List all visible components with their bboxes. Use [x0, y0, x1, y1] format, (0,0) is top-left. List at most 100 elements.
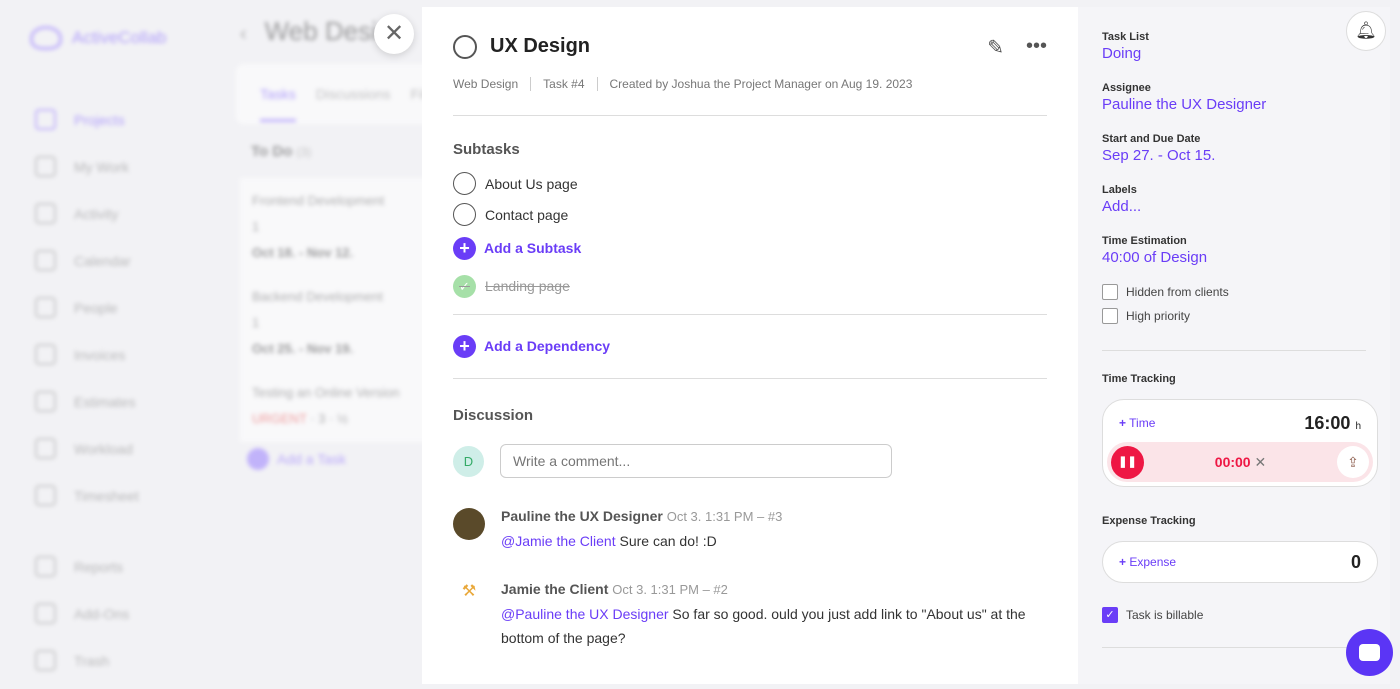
nav-people[interactable]: People — [35, 284, 139, 331]
task-modal: UX Design ✎ ••• Web Design Task #4 Create… — [422, 7, 1078, 684]
reports-icon — [35, 556, 56, 577]
expense-tracking-label: Expense Tracking — [1102, 515, 1196, 527]
timesheet-icon — [35, 485, 56, 506]
invoices-icon — [35, 344, 56, 365]
complete-task-checkbox[interactable] — [453, 35, 477, 59]
add-expense-button[interactable]: + Expense — [1119, 555, 1176, 569]
tab-tasks[interactable]: Tasks — [260, 86, 296, 122]
estimation-label: Time Estimation — [1102, 235, 1187, 247]
nav-add-ons[interactable]: Add-Ons — [35, 590, 139, 637]
assignee-value[interactable]: Pauline the UX Designer — [1102, 96, 1366, 113]
card-dates: Oct 25. - Nov 19. — [252, 341, 354, 356]
card-meta: 3 · ½ — [318, 411, 348, 426]
nav-my-work[interactable]: My Work — [35, 143, 139, 190]
app-name: ActiveCollab — [72, 28, 167, 47]
nav-reports[interactable]: Reports — [35, 543, 139, 590]
check-icon[interactable]: ✓ — [453, 274, 476, 298]
high-priority-checkbox[interactable]: High priority — [1102, 304, 1366, 328]
edit-icon[interactable]: ✎ — [987, 35, 1004, 60]
task-meta: Web Design Task #4 Created by Joshua the… — [453, 77, 1047, 116]
nav-activity[interactable]: Activity — [35, 190, 139, 237]
dates-label: Start and Due Date — [1102, 133, 1201, 145]
add-ons-icon — [35, 603, 56, 624]
nav-label: Trash — [74, 652, 110, 669]
workload-icon — [35, 438, 56, 459]
estimates-icon — [35, 391, 56, 412]
back-icon[interactable]: ‹ — [240, 23, 247, 45]
time-tracking-label: Time Tracking — [1102, 373, 1176, 385]
checkbox[interactable] — [1102, 284, 1118, 300]
checkbox-checked[interactable]: ✓ — [1102, 607, 1118, 623]
add-task-button[interactable]: Add a Task — [247, 448, 346, 470]
time-total: 16:00 — [1304, 412, 1351, 433]
upload-icon[interactable]: ⇪ — [1337, 446, 1369, 478]
nav-trash[interactable]: Trash — [35, 637, 139, 684]
created-by: Created by Joshua the Project Manager on… — [596, 77, 925, 91]
comment-input[interactable] — [500, 444, 892, 478]
estimation-value[interactable]: 40:00 of Design — [1102, 249, 1366, 266]
labels-add[interactable]: Add... — [1102, 198, 1366, 215]
mention[interactable]: @Jamie the Client — [501, 533, 616, 549]
nav-calendar[interactable]: Calendar — [35, 237, 139, 284]
chat-button[interactable] — [1346, 629, 1393, 676]
nav-label: Invoices — [74, 346, 126, 363]
close-button[interactable]: ✕ — [374, 14, 414, 54]
comment-time: Oct 3. 1:31 PM – #3 — [666, 509, 783, 524]
billable-checkbox[interactable]: ✓ Task is billable — [1102, 603, 1366, 627]
pause-icon[interactable]: ❚❚ — [1111, 445, 1144, 479]
hidden-from-clients-checkbox[interactable]: Hidden from clients — [1102, 280, 1366, 304]
comment-author[interactable]: Pauline the UX Designer — [501, 508, 663, 524]
subtask-label: About Us page — [485, 175, 578, 192]
task-card[interactable]: Backend Development 1 Oct 25. - Nov 19. — [240, 274, 440, 372]
subtask-checkbox[interactable] — [453, 172, 476, 195]
add-subtask-button[interactable]: + Add a Subtask — [453, 230, 1047, 266]
comment-author[interactable]: Jamie the Client — [501, 581, 608, 597]
nav-workload[interactable]: Workload — [35, 425, 139, 472]
card-title: Frontend Development — [252, 193, 385, 208]
project-link[interactable]: Web Design — [453, 77, 530, 91]
task-title: UX Design — [490, 34, 591, 57]
card-meta: 1 — [252, 219, 260, 234]
more-options-icon[interactable]: ••• — [1026, 35, 1047, 60]
my-work-icon — [35, 156, 56, 177]
nav-invoices[interactable]: Invoices — [35, 331, 139, 378]
task-card[interactable]: Frontend Development 1 Oct 18. - Nov 12. — [240, 178, 440, 276]
subtask-label: Landing page — [485, 278, 570, 294]
nav-label: Projects — [74, 111, 125, 128]
add-time-button[interactable]: + Time — [1119, 416, 1155, 430]
chat-icon — [1359, 644, 1380, 661]
nav-estimates[interactable]: Estimates — [35, 378, 139, 425]
main-nav: Projects My Work Activity Calendar Peopl… — [35, 96, 139, 684]
mention[interactable]: @Pauline the UX Designer — [501, 606, 669, 622]
task-list-value[interactable]: Doing — [1102, 45, 1366, 62]
discard-timer-icon[interactable]: ✕ — [1254, 454, 1266, 470]
avatar: ⚒ — [461, 583, 477, 600]
checkbox[interactable] — [1102, 308, 1118, 324]
subtask-checkbox[interactable] — [453, 203, 476, 226]
urgent-label: URGENT — [252, 411, 307, 426]
subtask[interactable]: Contact page — [453, 199, 1047, 230]
plus-icon: + — [453, 334, 476, 358]
task-number: Task #4 — [530, 77, 596, 91]
logo-icon — [30, 26, 62, 50]
task-sidebar: Task List Doing Assignee Pauline the UX … — [1078, 7, 1390, 684]
add-time-label: Time — [1129, 416, 1156, 430]
labels-label: Labels — [1102, 184, 1137, 196]
nav-projects[interactable]: Projects — [35, 96, 139, 143]
card-meta: 1 — [252, 315, 260, 330]
nav-label: Estimates — [74, 393, 136, 410]
add-dependency-button[interactable]: + Add a Dependency — [453, 328, 1047, 364]
nav-timesheet[interactable]: Timesheet — [35, 472, 139, 519]
subtask[interactable]: About Us page — [453, 168, 1047, 199]
checkbox-label: High priority — [1126, 309, 1191, 323]
comment-text: Sure can do! :D — [615, 533, 717, 549]
timer-value: 00:00 — [1214, 453, 1251, 470]
task-card[interactable]: Testing an Online Version URGENT · 3 · ½ — [240, 370, 440, 442]
add-dependency-label: Add a Dependency — [484, 338, 611, 354]
completed-subtask[interactable]: ✓ Landing page — [453, 266, 1047, 306]
dates-value[interactable]: Sep 27. - Oct 15. — [1102, 147, 1366, 164]
nav-label: My Work — [74, 158, 129, 175]
bell-icon[interactable]: 🔔︎ — [1346, 11, 1386, 51]
tab-discussions[interactable]: Discussions — [316, 86, 391, 124]
card-dates: Oct 18. - Nov 12. — [252, 245, 354, 260]
